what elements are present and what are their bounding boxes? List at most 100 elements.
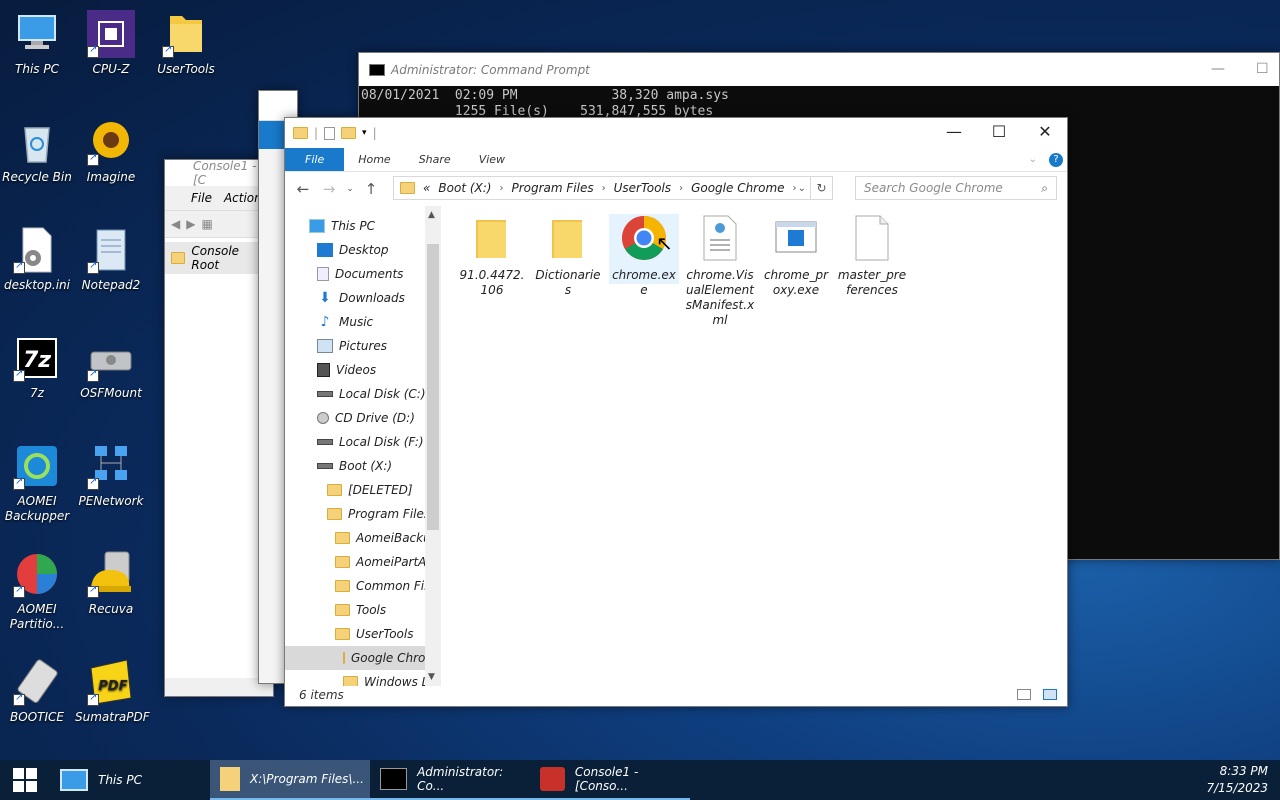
search-input[interactable]: Search Google Chrome ⌕	[855, 176, 1057, 200]
breadcrumb-chevron-icon[interactable]: ›	[602, 183, 606, 194]
details-view-icon[interactable]	[1017, 689, 1031, 700]
desktop-icon-7z[interactable]: 7z 7z	[1, 334, 73, 401]
taskbar-item-console1[interactable]: Console1 - [Conso...	[530, 760, 690, 800]
breadcrumb-overflow[interactable]: «	[423, 181, 430, 195]
file-item-dictionaries[interactable]: Dictionaries	[533, 214, 603, 298]
desktop-icon-imagine[interactable]: Imagine	[75, 118, 147, 185]
desktop-icon-desktop-ini[interactable]: desktop.ini	[1, 226, 73, 293]
menu-file[interactable]: File	[191, 191, 212, 205]
file-explorer-window[interactable]: | ▾ | — ☐ ✕ File Home Share View ⌄ ? ← →…	[284, 117, 1068, 707]
recent-locations-icon[interactable]: ⌄	[345, 184, 355, 194]
tab-view[interactable]: View	[465, 148, 519, 171]
breadcrumb-chevron-icon[interactable]: ›	[499, 183, 503, 194]
desktop-icon-aomei-partition[interactable]: AOMEI Partitio...	[1, 550, 73, 632]
file-item-master-preferences[interactable]: master_preferences	[837, 214, 907, 298]
minimize-icon[interactable]: —	[931, 122, 977, 141]
back-arrow-icon[interactable]: ◀	[171, 217, 180, 231]
taskbar: This PC X:\Program Files\... Administrat…	[0, 760, 1280, 800]
hard-drive-icon	[317, 391, 333, 397]
menu-action[interactable]: Action	[224, 191, 262, 205]
folder-icon	[327, 508, 342, 520]
breadcrumb-boot[interactable]: Boot (X:)	[438, 181, 491, 195]
exe-window-icon	[772, 214, 820, 262]
nav-item-aomeibackup[interactable]: AomeiBackup	[335, 526, 438, 550]
show-tree-icon[interactable]: ▦	[201, 217, 212, 231]
up-arrow-icon[interactable]: ↑	[361, 180, 381, 198]
tree-item-console-root[interactable]: Console Root	[165, 242, 273, 274]
desktop-icon-label: desktop.ini	[4, 278, 70, 292]
desktop-icon-label: UserTools	[157, 62, 215, 76]
taskbar-item-this-pc[interactable]: This PC	[50, 760, 210, 800]
close-icon[interactable]: ✕	[1022, 122, 1068, 141]
address-bar[interactable]: « Boot (X:) › Program Files › UserTools …	[393, 176, 833, 200]
nav-item-aomeipartass[interactable]: AomeiPartAss	[335, 550, 439, 574]
desktop-icon-usertools[interactable]: UserTools	[150, 10, 222, 77]
tab-share[interactable]: Share	[405, 148, 465, 171]
desktop-icon-bootice[interactable]: BOOTICE	[1, 658, 73, 725]
nav-item-cd-drive-d[interactable]: CD Drive (D:)	[317, 406, 415, 430]
breadcrumb-chevron-icon[interactable]: ›	[679, 183, 683, 194]
qat-dropdown-icon[interactable]: ▾	[362, 128, 367, 138]
nav-item-google-chrome[interactable]: Google Chro	[285, 646, 425, 670]
desktop-icon-label: Recycle Bin	[2, 170, 72, 184]
address-dropdown-icon[interactable]: ⌄	[798, 183, 806, 194]
breadcrumb-chevron-icon[interactable]: ›	[793, 183, 797, 194]
back-arrow-icon[interactable]: ←	[293, 180, 313, 198]
nav-item-local-disk-f[interactable]: Local Disk (F:)	[317, 430, 424, 454]
scroll-down-icon[interactable]: ▼	[428, 672, 435, 682]
nav-item-downloads[interactable]: ⬇ Downloads	[317, 286, 405, 310]
nav-item-local-disk-c[interactable]: Local Disk (C:)	[317, 382, 426, 406]
system-clock[interactable]: 8:33 PM 7/15/2023	[1206, 763, 1268, 797]
forward-arrow-icon[interactable]: ▶	[186, 217, 195, 231]
taskbar-item-command-prompt[interactable]: Administrator: Co...	[370, 760, 530, 800]
tab-file[interactable]: File	[285, 148, 345, 171]
desktop-icon-recuva[interactable]: Recuva	[75, 550, 147, 617]
nav-item-music[interactable]: ♪ Music	[317, 310, 374, 334]
desktop-icon-cpu-z[interactable]: CPU-Z	[75, 10, 147, 77]
breadcrumb-program-files[interactable]: Program Files	[511, 181, 593, 195]
shortcut-arrow-icon	[13, 692, 25, 706]
mmc-title-bar[interactable]: Console1 - [C	[165, 159, 273, 187]
nav-item-usertools[interactable]: UserTools	[335, 622, 413, 646]
nav-item-tools[interactable]: Tools	[335, 598, 386, 622]
desktop-icon-recycle-bin[interactable]: Recycle Bin	[1, 118, 73, 185]
explorer-title-bar[interactable]: | ▾ | — ☐ ✕	[285, 118, 1067, 148]
properties-icon[interactable]	[324, 126, 336, 140]
nav-item-desktop[interactable]: Desktop	[317, 238, 389, 262]
cmd-title-bar[interactable]: Administrator: Command Prompt — ☐	[359, 53, 1279, 86]
breadcrumb-usertools[interactable]: UserTools	[614, 181, 671, 195]
expand-ribbon-icon[interactable]: ⌄	[1029, 154, 1037, 165]
scrollbar-thumb[interactable]	[427, 244, 439, 530]
nav-item-deleted[interactable]: [DELETED]	[327, 478, 413, 502]
nav-item-program-files[interactable]: Program Files	[327, 502, 430, 526]
desktop-icon-aomei-backupper[interactable]: AOMEI Backupper	[1, 442, 73, 524]
nav-item-videos[interactable]: Videos	[317, 358, 376, 382]
desktop-icon-notepad2[interactable]: Notepad2	[75, 226, 147, 293]
refresh-icon[interactable]: ↻	[810, 177, 832, 199]
nav-item-this-pc[interactable]: This PC	[309, 214, 375, 238]
file-item-chrome-proxy-exe[interactable]: chrome_proxy.exe	[761, 214, 831, 298]
file-item-chrome-visualelementsmanifest[interactable]: chrome.VisualElementsManifest.xml	[685, 214, 755, 328]
maximize-icon[interactable]: ☐	[976, 122, 1022, 141]
nav-item-documents[interactable]: Documents	[317, 262, 403, 286]
breadcrumb-google-chrome[interactable]: Google Chrome	[691, 181, 784, 195]
large-icons-view-icon[interactable]	[1043, 689, 1057, 700]
taskbar-item-explorer[interactable]: X:\Program Files\...	[210, 760, 370, 800]
desktop-icon-penetwork[interactable]: PENetwork	[75, 442, 147, 509]
desktop-icon-sumatrapdf[interactable]: PDF SumatraPDF	[75, 658, 150, 725]
scroll-up-icon[interactable]: ▲	[428, 210, 435, 220]
maximize-icon[interactable]: ☐	[1256, 61, 1269, 77]
tab-home[interactable]: Home	[344, 148, 404, 171]
desktop-icon-this-pc[interactable]: This PC	[1, 10, 73, 77]
file-item-91-0-4472-106[interactable]: 91.0.4472.106	[457, 214, 527, 298]
minimize-icon[interactable]: —	[1211, 61, 1225, 77]
nav-item-boot-x[interactable]: Boot (X:)	[317, 454, 392, 478]
file-item-chrome-exe[interactable]: ↖ chrome.exe	[609, 214, 679, 297]
desktop-icon-osfmount[interactable]: OSFMount	[75, 334, 147, 401]
nav-scrollbar[interactable]: ▲ ▼	[425, 206, 441, 686]
start-button[interactable]	[0, 760, 50, 800]
nav-item-pictures[interactable]: Pictures	[317, 334, 387, 358]
forward-arrow-icon[interactable]: →	[319, 180, 339, 198]
new-folder-icon[interactable]	[341, 127, 357, 139]
help-icon[interactable]: ?	[1049, 152, 1063, 167]
